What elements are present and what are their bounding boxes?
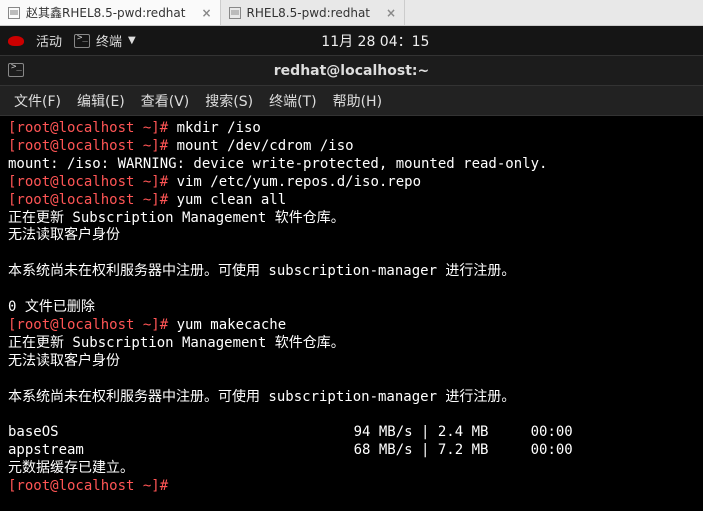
menu-terminal[interactable]: 终端(T) bbox=[263, 91, 322, 111]
window-title: redhat@localhost:~ bbox=[274, 63, 429, 79]
terminal-app-indicator[interactable]: 终端 ▼ bbox=[74, 31, 136, 50]
vm-icon bbox=[229, 7, 241, 19]
redhat-logo-icon bbox=[8, 36, 24, 46]
menu-help[interactable]: 帮助(H) bbox=[327, 91, 388, 111]
menu-view[interactable]: 查看(V) bbox=[135, 91, 196, 111]
close-icon[interactable]: × bbox=[386, 6, 396, 20]
terminal-output[interactable]: [root@localhost ~]# mkdir /iso[root@loca… bbox=[0, 116, 703, 500]
vm-icon bbox=[8, 7, 20, 19]
terminal-app-label: 终端 bbox=[96, 31, 122, 50]
activities-button[interactable]: 活动 bbox=[36, 31, 62, 50]
gnome-topbar: 活动 终端 ▼ 11月 28 04：15 bbox=[0, 26, 703, 56]
terminal-icon bbox=[8, 63, 24, 77]
menubar: 文件(F) 编辑(E) 查看(V) 搜索(S) 终端(T) 帮助(H) bbox=[0, 86, 703, 116]
outer-tab-1[interactable]: 赵其鑫RHEL8.5-pwd:redhat × bbox=[0, 0, 221, 25]
clock[interactable]: 11月 28 04：15 bbox=[321, 31, 429, 51]
outer-tab-1-label: 赵其鑫RHEL8.5-pwd:redhat bbox=[26, 4, 185, 21]
outer-tab-2[interactable]: RHEL8.5-pwd:redhat × bbox=[221, 0, 406, 25]
close-icon[interactable]: × bbox=[201, 6, 211, 20]
outer-tabstrip: 赵其鑫RHEL8.5-pwd:redhat × RHEL8.5-pwd:redh… bbox=[0, 0, 703, 26]
menu-search[interactable]: 搜索(S) bbox=[199, 91, 259, 111]
outer-tab-2-label: RHEL8.5-pwd:redhat bbox=[247, 6, 370, 20]
window-titlebar: redhat@localhost:~ bbox=[0, 56, 703, 86]
chevron-down-icon: ▼ bbox=[128, 35, 136, 46]
menu-edit[interactable]: 编辑(E) bbox=[71, 91, 131, 111]
menu-file[interactable]: 文件(F) bbox=[8, 91, 67, 111]
terminal-icon bbox=[74, 34, 90, 48]
